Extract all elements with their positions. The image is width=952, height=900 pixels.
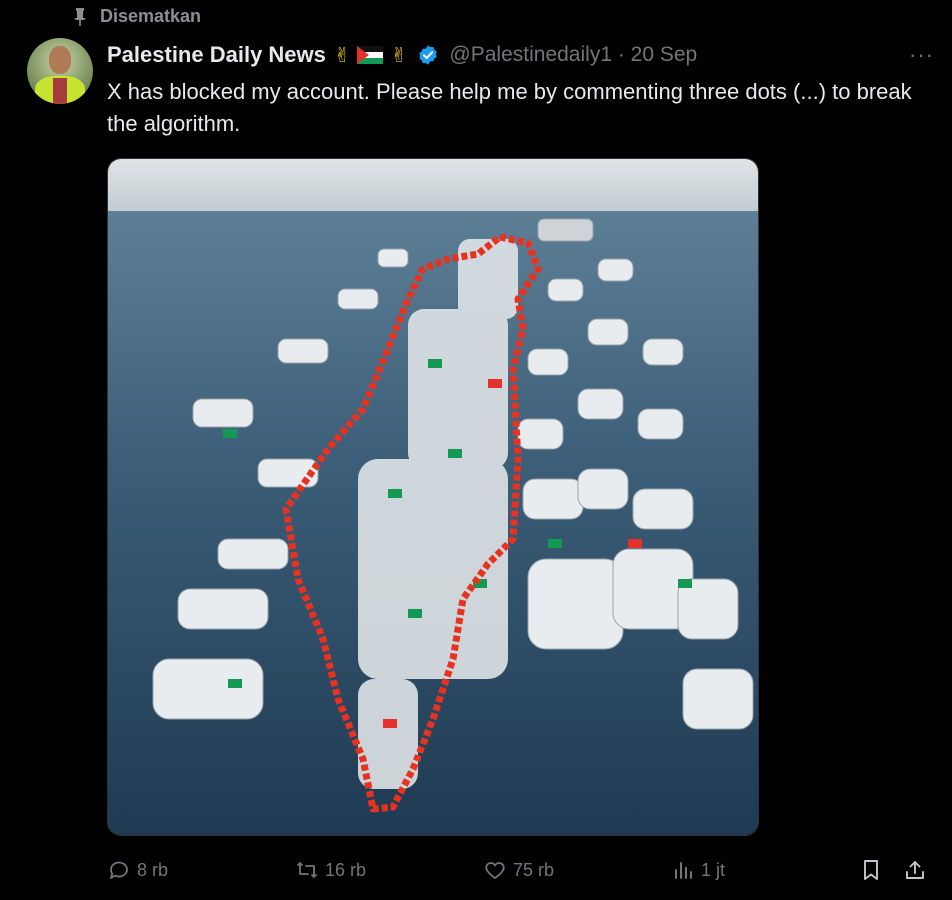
bookmark-icon xyxy=(864,860,878,880)
pinned-indicator: Disematkan xyxy=(72,6,201,27)
boats-map-photo xyxy=(108,159,758,835)
reply-icon xyxy=(110,861,128,879)
repost-button[interactable]: 16 rb xyxy=(295,858,366,882)
verified-badge-icon xyxy=(419,45,438,65)
victory-hand-emoji: ✌ xyxy=(333,44,351,67)
pin-icon xyxy=(74,7,86,26)
tweet-text: X has blocked my account. Please help me… xyxy=(107,79,912,136)
view-count: 1 jt xyxy=(701,859,726,880)
tweet-header: Palestine Daily News ✌ ✌ @Palestinedaily… xyxy=(107,40,932,70)
views-icon xyxy=(675,862,692,879)
avatar[interactable] xyxy=(27,38,93,104)
pinned-label: Disematkan xyxy=(100,6,202,26)
repost-icon xyxy=(297,862,317,878)
tweet-image[interactable] xyxy=(107,158,759,836)
views-button[interactable]: 1 jt xyxy=(671,858,725,882)
share-button[interactable] xyxy=(903,858,927,882)
reply-count: 8 rb xyxy=(137,859,169,880)
repost-count: 16 rb xyxy=(325,859,367,880)
display-name[interactable]: Palestine Daily News xyxy=(107,42,326,68)
heart-icon xyxy=(485,862,505,880)
more-options-button[interactable]: ··· xyxy=(909,42,934,68)
handle-and-time[interactable]: @Palestinedaily1 · 20 Sep xyxy=(449,43,697,67)
tweet-actions-bar: 8 rb 16 rb 75 rb 1 jt xyxy=(107,852,940,888)
palestine-flag-icon xyxy=(356,46,383,64)
like-button[interactable]: 75 rb xyxy=(483,858,554,882)
share-icon xyxy=(906,861,924,879)
like-count: 75 rb xyxy=(513,859,555,880)
bookmark-button[interactable] xyxy=(859,858,883,882)
reply-button[interactable]: 8 rb xyxy=(107,858,168,882)
victory-hand-emoji-2: ✌ xyxy=(390,44,408,67)
